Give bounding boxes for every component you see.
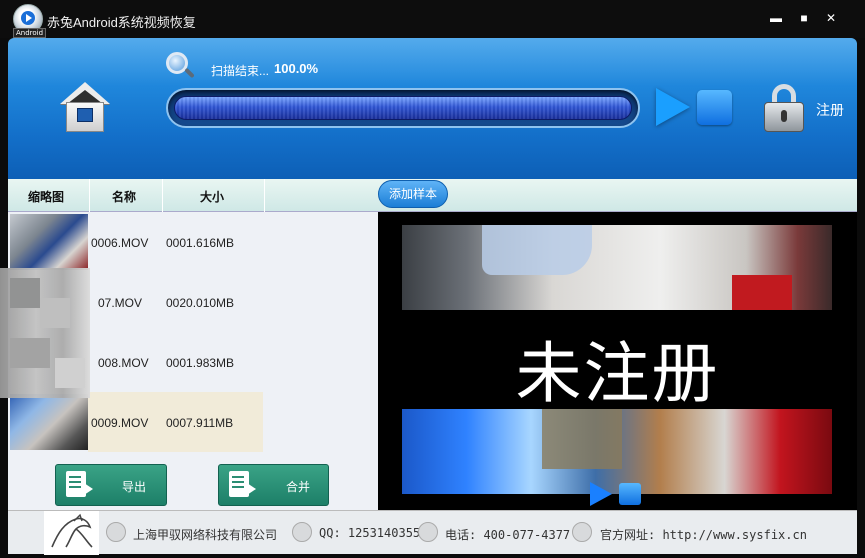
merge-label: 合并 <box>286 480 311 494</box>
file-thumbnail <box>10 214 88 270</box>
stop-scan-stop-icon[interactable] <box>697 90 732 125</box>
window-title: 赤兔Android系统视频恢复 <box>47 15 196 30</box>
column-size: 大小 <box>200 190 225 204</box>
preview-stop-icon[interactable] <box>619 483 641 505</box>
header-panel: 扫描结束... 100.0% 注册 <box>8 38 857 179</box>
file-size: 0020.010MB <box>166 296 235 310</box>
merge-button[interactable]: 合并 <box>218 464 329 506</box>
preview-play-icon[interactable] <box>590 482 612 506</box>
export-button[interactable]: 导出 <box>55 464 167 506</box>
file-name: 0009.MOV <box>91 416 149 430</box>
register-link[interactable]: 注册 <box>816 100 844 120</box>
pixelated-thumbnail <box>0 268 90 398</box>
export-label: 导出 <box>122 480 147 494</box>
file-size: 0007.911MB <box>166 416 234 430</box>
file-name: 008.MOV <box>98 356 149 370</box>
close-button[interactable]: ✕ <box>824 11 838 25</box>
file-row-selected[interactable]: 0009.MOV 0007.911MB <box>8 392 378 452</box>
home-icon[interactable] <box>60 82 110 132</box>
add-sample-button[interactable]: 添加样本 <box>378 180 448 208</box>
phone-icon <box>418 522 438 542</box>
file-list-header: 缩略图 名称 大小 添加样本 <box>8 179 857 212</box>
file-row[interactable]: 0006.MOV 0001.616MB <box>8 212 378 272</box>
scan-status-text: 扫描结束... <box>211 64 270 78</box>
start-scan-play-icon[interactable] <box>656 88 690 126</box>
app-logo-icon: Android <box>12 4 47 38</box>
footer-bar: 上海甲驭网络科技有限公司 QQ: 1253140355 电话: 400-077-… <box>8 510 857 555</box>
website-link[interactable]: 官方网址: http://www.sysfix.cn <box>600 526 807 543</box>
video-preview: 未注册 <box>378 212 857 510</box>
preview-frame-top <box>402 225 832 310</box>
logo-tag: Android <box>13 28 47 38</box>
website-globe-icon <box>572 522 592 542</box>
title-bar: Android 赤兔Android系统视频恢复 ▬ ■ ✕ <box>0 0 865 38</box>
search-icon <box>166 52 196 82</box>
scan-progress-fill <box>174 96 632 120</box>
column-name: 名称 <box>112 190 137 204</box>
company-icon <box>106 522 126 542</box>
file-thumbnail <box>10 394 88 450</box>
file-name: 0006.MOV <box>91 236 149 250</box>
qq-number: QQ: 1253140355 <box>319 526 421 540</box>
column-thumbnail: 缩略图 <box>28 190 65 204</box>
minimize-button[interactable]: ▬ <box>769 11 783 25</box>
maximize-button[interactable]: ■ <box>797 11 811 25</box>
qq-icon <box>292 522 312 542</box>
company-name: 上海甲驭网络科技有限公司 <box>133 528 278 542</box>
phone-number: 电话: 400-077-4377 <box>445 528 571 542</box>
scan-percent: 100.0% <box>274 61 319 76</box>
file-size: 0001.983MB <box>166 356 235 370</box>
lock-icon[interactable] <box>764 84 804 132</box>
preview-frame-bottom <box>402 409 832 494</box>
company-logo <box>44 511 99 555</box>
unregistered-watermark: 未注册 <box>515 335 720 412</box>
file-name: 07.MOV <box>98 296 143 310</box>
file-size: 0001.616MB <box>166 236 235 250</box>
scan-progress-bar <box>166 88 640 128</box>
